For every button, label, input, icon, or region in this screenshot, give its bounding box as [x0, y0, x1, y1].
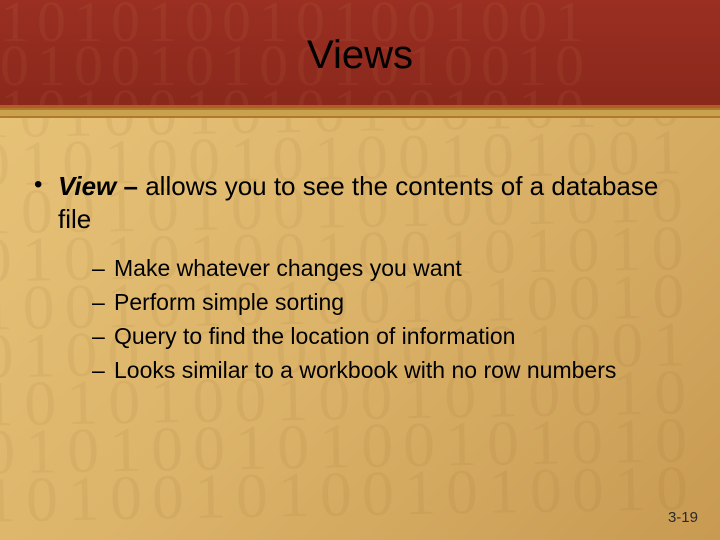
dash-icon: – [92, 321, 114, 352]
dash-icon: – [92, 355, 114, 386]
page-number: 3-19 [668, 509, 698, 526]
sub-bullet-text: Looks similar to a workbook with no row … [114, 355, 680, 386]
bullet-separator: – [116, 171, 145, 201]
sub-bullet-item: – Looks similar to a workbook with no ro… [92, 355, 680, 386]
bullet-text: View – allows you to see the contents of… [58, 170, 680, 235]
dash-icon: – [92, 287, 114, 318]
sub-bullet-text: Perform simple sorting [114, 287, 680, 318]
slide-title: Views [307, 33, 413, 78]
divider-bar [0, 108, 720, 118]
bullet-icon: • [34, 170, 58, 200]
content-area: • View – allows you to see the contents … [34, 170, 680, 389]
sub-bullet-item: – Query to find the location of informat… [92, 321, 680, 352]
title-band: 1010100101001001 0100101001010010 101001… [0, 0, 720, 108]
bullet-item: • View – allows you to see the contents … [34, 170, 680, 235]
sub-bullet-item: – Perform simple sorting [92, 287, 680, 318]
sub-bullet-item: – Make whatever changes you want [92, 253, 680, 284]
sub-bullet-text: Make whatever changes you want [114, 253, 680, 284]
sub-bullet-text: Query to find the location of informatio… [114, 321, 680, 352]
slide: 10101001010010010 01001010010100101 1010… [0, 0, 720, 540]
sub-bullet-list: – Make whatever changes you want – Perfo… [92, 253, 680, 386]
dash-icon: – [92, 253, 114, 284]
bullet-definition: allows you to see the contents of a data… [58, 171, 658, 234]
bullet-term: View [58, 171, 116, 201]
